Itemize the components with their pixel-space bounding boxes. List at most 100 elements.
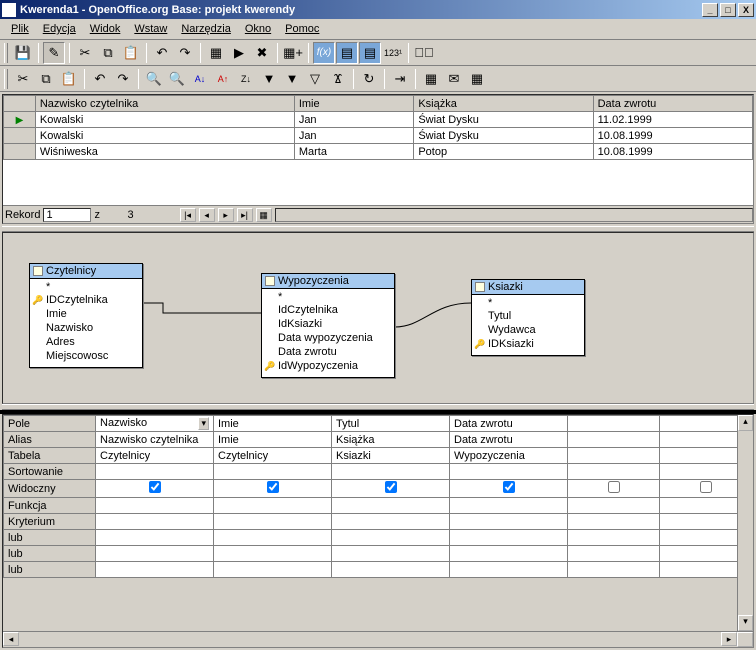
mail-merge-icon[interactable]: ✉ [443,68,465,90]
menu-narzedzia[interactable]: Narzędzia [174,21,238,37]
export-icon[interactable]: ⇥ [389,68,411,90]
visible-checkbox[interactable] [385,481,397,493]
visible-cell[interactable] [214,480,332,498]
nav-next-icon[interactable]: ▸ [218,208,234,222]
visible-cell[interactable] [96,480,214,498]
undo-icon[interactable]: ↶ [151,42,173,64]
scroll-up-icon[interactable]: ▴ [738,415,753,431]
paste-icon[interactable]: 📋 [120,42,142,64]
cut-icon[interactable]: ✂ [74,42,96,64]
visible-checkbox[interactable] [503,481,515,493]
clear-query-icon[interactable]: ✖ [251,42,273,64]
run-query-icon[interactable]: ▶ [228,42,250,64]
toolbar-grip-2[interactable] [4,69,8,89]
menu-okno[interactable]: Okno [238,21,278,37]
table-cell[interactable]: Wypozyczenia [450,448,568,464]
visible-checkbox[interactable] [149,481,161,493]
sort-desc-icon[interactable]: A↑ [212,68,234,90]
visible-cell[interactable] [568,480,660,498]
results-grid[interactable]: Nazwisko czytelnika Imie Książka Data zw… [3,95,753,160]
col-header[interactable]: Imie [294,96,414,112]
toolbar-grip[interactable] [4,43,8,63]
nav-last-icon[interactable]: ▸| [237,208,253,222]
visible-checkbox[interactable] [267,481,279,493]
edit-mode-icon[interactable]: ✎ [43,42,65,64]
functions-icon[interactable]: f(x) [313,42,335,64]
sort-asc-icon[interactable]: A↓ [189,68,211,90]
maximize-button[interactable]: □ [720,3,736,17]
alias-icon[interactable]: ▤ [359,42,381,64]
table-cell[interactable]: Ksiazki [332,448,450,464]
field-cell[interactable] [568,416,660,432]
find-icon[interactable]: 🔍 [143,68,165,90]
visible-cell[interactable] [332,480,450,498]
data-source-icon[interactable]: ▦ [466,68,488,90]
col-header[interactable]: Data zwrotu [593,96,752,112]
table-wypozyczenia[interactable]: Wypozyczenia * IdCzytelnika IdKsiazki Da… [261,273,395,378]
table-name-icon[interactable]: ▤ [336,42,358,64]
menu-edycja[interactable]: Edycja [36,21,83,37]
col-header[interactable]: Książka [414,96,593,112]
field-cell[interactable]: Nazwisko [96,416,214,432]
save-icon[interactable]: 💾 [12,42,34,64]
design-view-icon[interactable]: ▦ [205,42,227,64]
menu-widok[interactable]: Widok [83,21,128,37]
menu-plik[interactable]: Plik [4,21,36,37]
table-ksiazki[interactable]: Ksiazki * Tytul Wydawca IDKsiazki [471,279,585,356]
menu-pomoc[interactable]: Pomoc [278,21,326,37]
filter-icon[interactable]: Ϫ [327,68,349,90]
table-cell[interactable]: Czytelnicy [214,448,332,464]
visible-cell[interactable] [450,480,568,498]
scroll-down-icon[interactable]: ▾ [738,615,753,631]
nav-first-icon[interactable]: |◂ [180,208,196,222]
add-table-icon[interactable]: ▦+ [282,42,304,64]
sort-za-icon[interactable]: Z↓ [235,68,257,90]
design-grid[interactable]: Pole Nazwisko Imie Tytul Data zwrotu Ali… [3,415,753,578]
nav-new-icon[interactable]: ▦ [256,208,272,222]
visible-checkbox[interactable] [608,481,620,493]
close-query-icon[interactable]: �⃠ [413,42,435,64]
data-to-text-icon[interactable]: ▦ [420,68,442,90]
design-grid-pane: Pole Nazwisko Imie Tytul Data zwrotu Ali… [2,414,754,648]
close-button[interactable]: X [738,3,754,17]
record-of-label: z [94,209,124,221]
scroll-left-icon[interactable]: ◂ [3,632,19,646]
alias-cell[interactable]: Imie [214,432,332,448]
paste2-icon[interactable]: 📋 [58,68,80,90]
record-current-input[interactable] [43,208,91,222]
vertical-scrollbar[interactable]: ▴ ▾ [737,415,753,631]
copy2-icon[interactable]: ⧉ [35,68,57,90]
table-row[interactable]: Kowalski Jan Świat Dysku 10.08.1999 [4,128,753,144]
select-all-corner[interactable] [4,96,36,112]
redo2-icon[interactable]: ↷ [112,68,134,90]
alias-cell[interactable]: Książka [332,432,450,448]
undo2-icon[interactable]: ↶ [89,68,111,90]
autofilter-icon[interactable]: ▼ [258,68,280,90]
find-replace-icon[interactable]: 🔍 [166,68,188,90]
col-header[interactable]: Nazwisko czytelnika [35,96,294,112]
table-cell[interactable]: Czytelnicy [96,448,214,464]
distinct-values-icon[interactable]: 123¹ [382,42,404,64]
remove-filter-icon[interactable]: ▽ [304,68,326,90]
apply-filter-icon[interactable]: ▼ [281,68,303,90]
table-row[interactable]: Wiśniweska Marta Potop 10.08.1999 [4,144,753,160]
menu-wstaw[interactable]: Wstaw [127,21,174,37]
alias-cell[interactable]: Nazwisko czytelnika [96,432,214,448]
alias-cell[interactable]: Data zwrotu [450,432,568,448]
diagram-pane[interactable]: Czytelnicy * IDCzytelnika Imie Nazwisko … [2,232,754,404]
copy-icon[interactable]: ⧉ [97,42,119,64]
minimize-button[interactable]: _ [702,3,718,17]
redo-icon[interactable]: ↷ [174,42,196,64]
field-cell[interactable]: Data zwrotu [450,416,568,432]
scroll-track[interactable] [275,208,753,222]
cut2-icon[interactable]: ✂ [12,68,34,90]
horizontal-scrollbar[interactable]: ◂ ▸ [3,631,753,647]
visible-checkbox[interactable] [700,481,712,493]
nav-prev-icon[interactable]: ◂ [199,208,215,222]
scroll-right-icon[interactable]: ▸ [721,632,737,646]
field-cell[interactable]: Tytul [332,416,450,432]
field-cell[interactable]: Imie [214,416,332,432]
table-row[interactable]: ▶ Kowalski Jan Świat Dysku 11.02.1999 [4,112,753,128]
refresh-icon[interactable]: ↻ [358,68,380,90]
table-czytelnicy[interactable]: Czytelnicy * IDCzytelnika Imie Nazwisko … [29,263,143,368]
